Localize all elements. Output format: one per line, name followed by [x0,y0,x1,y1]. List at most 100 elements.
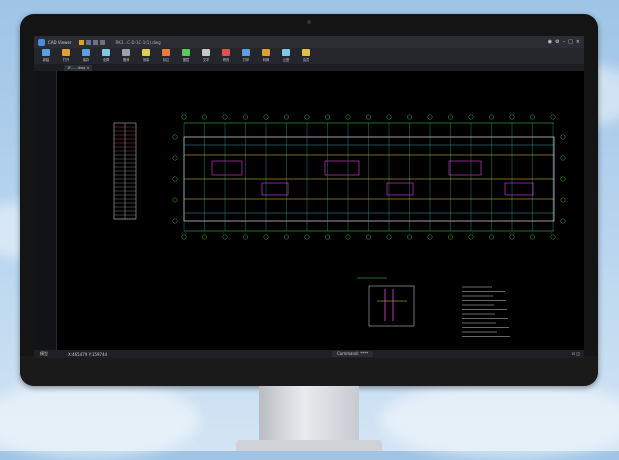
ribbon-button[interactable]: 会员 [296,48,316,64]
grid-bubble [489,234,494,240]
model-tab[interactable]: 模型 [40,351,48,357]
grid-bubble [560,155,566,161]
grid-bubble [243,114,248,120]
ribbon-button[interactable]: 图层 [176,48,196,64]
grid-bubble [325,234,330,240]
grid-bubble [427,234,433,240]
status-bar: 模型 X:465479 Y:159744 Command: **** ⊡ ◫ [34,350,584,358]
ribbon-button[interactable]: 打印 [236,48,256,64]
ribbon-button-label: 打印 [242,58,250,62]
left-panel[interactable] [34,71,57,350]
drawing-canvas[interactable] [57,71,584,350]
ribbon-button[interactable]: 全屏 [96,48,116,64]
grid-bubble [509,114,515,120]
grid-bubble [304,234,310,240]
grid-bubble [407,114,412,120]
dimension-icon [162,49,170,56]
cloud-icon [282,49,290,56]
grid-bubble [448,234,453,240]
grid-bubble [172,218,178,224]
grid-bubble [560,176,566,182]
grid-bubble [366,234,371,240]
ribbon-button-label: 新建 [42,58,50,62]
ribbon-button-label: 全屏 [102,58,110,62]
grid-bubble [560,134,566,140]
redo-icon[interactable] [100,39,106,45]
grid-bubble [325,114,330,120]
grid-bubble [304,114,310,120]
grid-bubble [263,114,269,120]
ribbon-toolbar: 新建 打开 保存 全屏 撤消 测量 标注 图层 文字 修改 打印 转换 云盘 会员 [34,48,584,64]
save-icon [82,49,90,56]
grid-bubble [345,234,351,240]
grid-bubble [530,234,535,240]
title-bar: CAD Viewer RK3...C-D-1C-1(1).dwg ◉ ⚙ – □… [34,36,584,48]
open-icon [62,49,70,56]
cad-drawing [113,114,566,337]
ribbon-button[interactable]: 修改 [216,48,236,64]
vip-icon [302,49,310,56]
grid-bubble [468,114,474,120]
undo-icon[interactable] [93,39,99,45]
grid-bubble [222,114,228,120]
ribbon-button[interactable]: 标注 [156,48,176,64]
ribbon-button[interactable]: 转换 [256,48,276,64]
ribbon-button[interactable]: 打开 [56,48,76,64]
grid-bubble [181,114,187,120]
grid-bubble [560,197,566,203]
grid-bubble [386,234,392,240]
grid-bubble [172,134,178,140]
ribbon-button-label: 会员 [302,58,310,62]
layer-icon [182,49,190,56]
maximize-icon[interactable]: □ [568,39,573,45]
coordinate-readout: X:465479 Y:159744 [68,351,108,357]
convert-icon [262,49,270,56]
status-controls[interactable]: ⊡ ◫ [572,351,580,357]
user-icon[interactable]: ◉ [548,39,552,45]
close-icon[interactable]: × [576,39,580,45]
minimize-icon[interactable]: – [563,39,566,45]
ribbon-button-label: 打开 [62,58,70,62]
grid-bubble [468,234,474,240]
ribbon-button[interactable]: 云盘 [276,48,296,64]
grid-bubble [284,234,289,240]
screen: CAD Viewer RK3...C-D-1C-1(1).dwg ◉ ⚙ – □… [34,36,584,358]
grid-bubble [427,114,433,120]
document-tab-bar: 1F-... .dwg × [34,64,584,71]
background-cloud [380,380,619,460]
ribbon-button[interactable]: 文字 [196,48,216,64]
ribbon-button[interactable]: 测量 [136,48,156,64]
camera [307,20,311,24]
print-icon [242,49,250,56]
grid-bubble [550,114,556,120]
grid-bubble [560,218,566,224]
grid-bubble [263,234,269,240]
ribbon-button[interactable]: 新建 [36,48,56,64]
grid-bubble [181,234,187,240]
ribbon-button-label: 测量 [142,58,150,62]
ribbon-button[interactable]: 撤消 [116,48,136,64]
grid-bubble [284,114,289,120]
grid-bubble [448,114,453,120]
ribbon-button-label: 图层 [182,58,190,62]
monitor-stand [259,386,359,444]
command-line[interactable]: Command: **** [332,351,374,357]
grid-bubble [202,114,207,120]
grid-bubble [172,155,178,161]
ribbon-button-label: 保存 [82,58,90,62]
settings-icon[interactable]: ⚙ [555,39,559,45]
app-logo-icon [38,38,45,46]
monitor: CAD Viewer RK3...C-D-1C-1(1).dwg ◉ ⚙ – □… [20,14,598,386]
text-icon [202,49,210,56]
ribbon-button[interactable]: 保存 [76,48,96,64]
ribbon-button-label: 撤消 [122,58,130,62]
save-icon[interactable] [86,39,92,45]
app-title: CAD Viewer [48,39,72,45]
undo-icon [122,49,130,56]
section-detail [357,277,415,327]
grid-bubble [243,234,248,240]
grid-bubble [202,234,207,240]
drawing-table [113,122,137,220]
measure-icon [142,49,150,56]
open-folder-icon[interactable] [79,39,85,45]
